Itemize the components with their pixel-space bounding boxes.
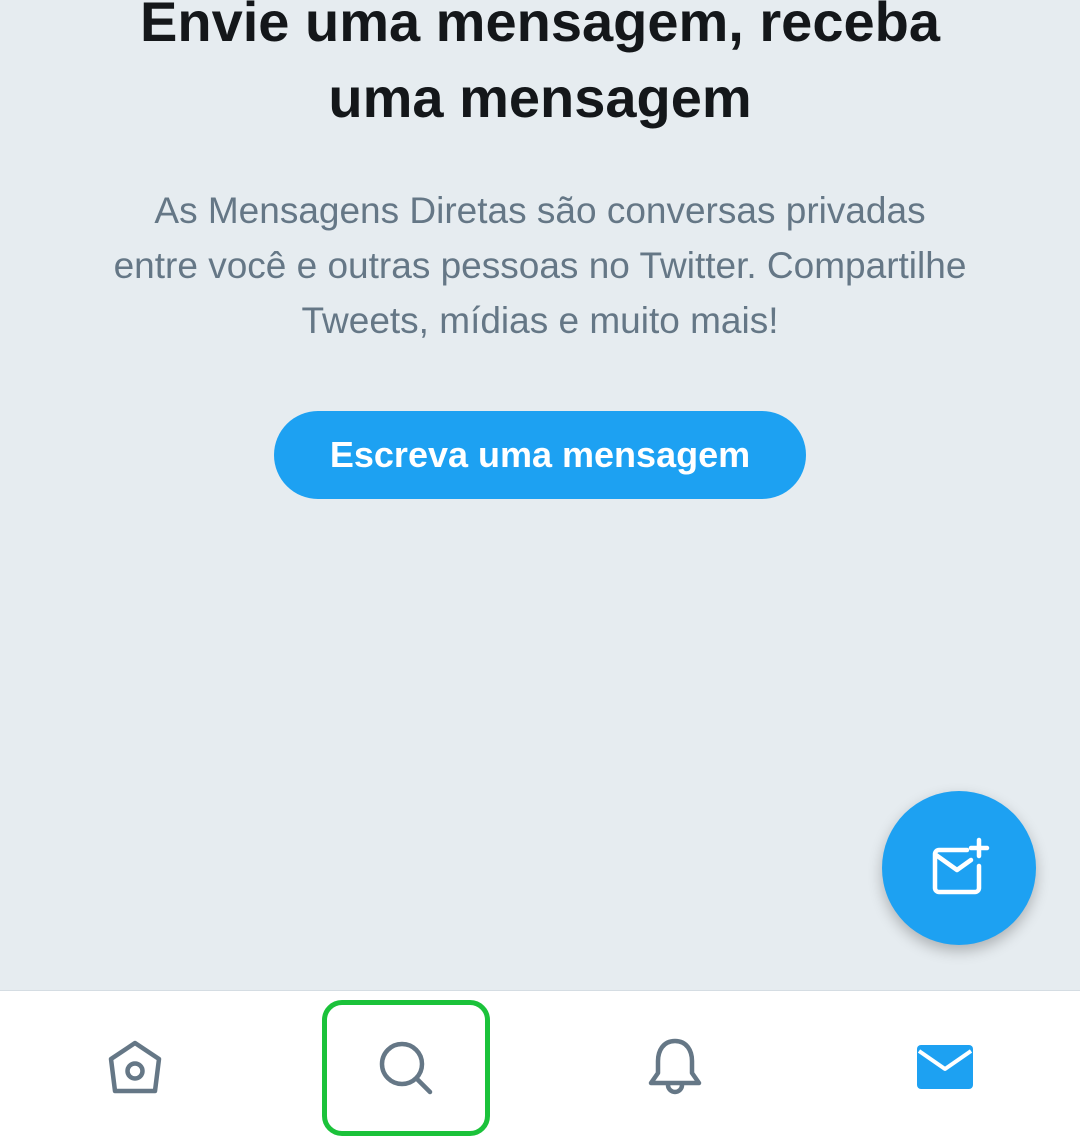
new-message-fab[interactable] (882, 791, 1036, 945)
nav-home-tab[interactable] (70, 1001, 200, 1133)
title-line: Envie uma mensagem, receba (140, 0, 940, 53)
description-line: As Mensagens Diretas são conversas priva… (154, 190, 926, 231)
nav-notifications-tab[interactable] (610, 1001, 740, 1133)
home-icon (108, 1040, 162, 1094)
description-line: entre você e outras pessoas no Twitter. … (113, 245, 967, 286)
mail-icon (917, 1045, 973, 1089)
messages-empty-state: Envie uma mensagem, receba uma mensagem … (0, 0, 1080, 990)
nav-search-tab[interactable] (322, 1000, 490, 1136)
bell-icon (648, 1038, 702, 1095)
new-message-icon (932, 837, 990, 895)
empty-state-title: Envie uma mensagem, receba uma mensagem (0, 0, 1080, 136)
empty-state-description: As Mensagens Diretas são conversas priva… (40, 183, 1040, 348)
description-line: Tweets, mídias e muito mais! (301, 300, 779, 341)
bottom-navigation (0, 990, 1080, 1142)
title-line: uma mensagem (328, 66, 752, 129)
nav-messages-tab[interactable] (880, 1001, 1010, 1133)
write-message-button[interactable]: Escreva uma mensagem (274, 411, 806, 499)
search-icon (379, 1041, 433, 1095)
